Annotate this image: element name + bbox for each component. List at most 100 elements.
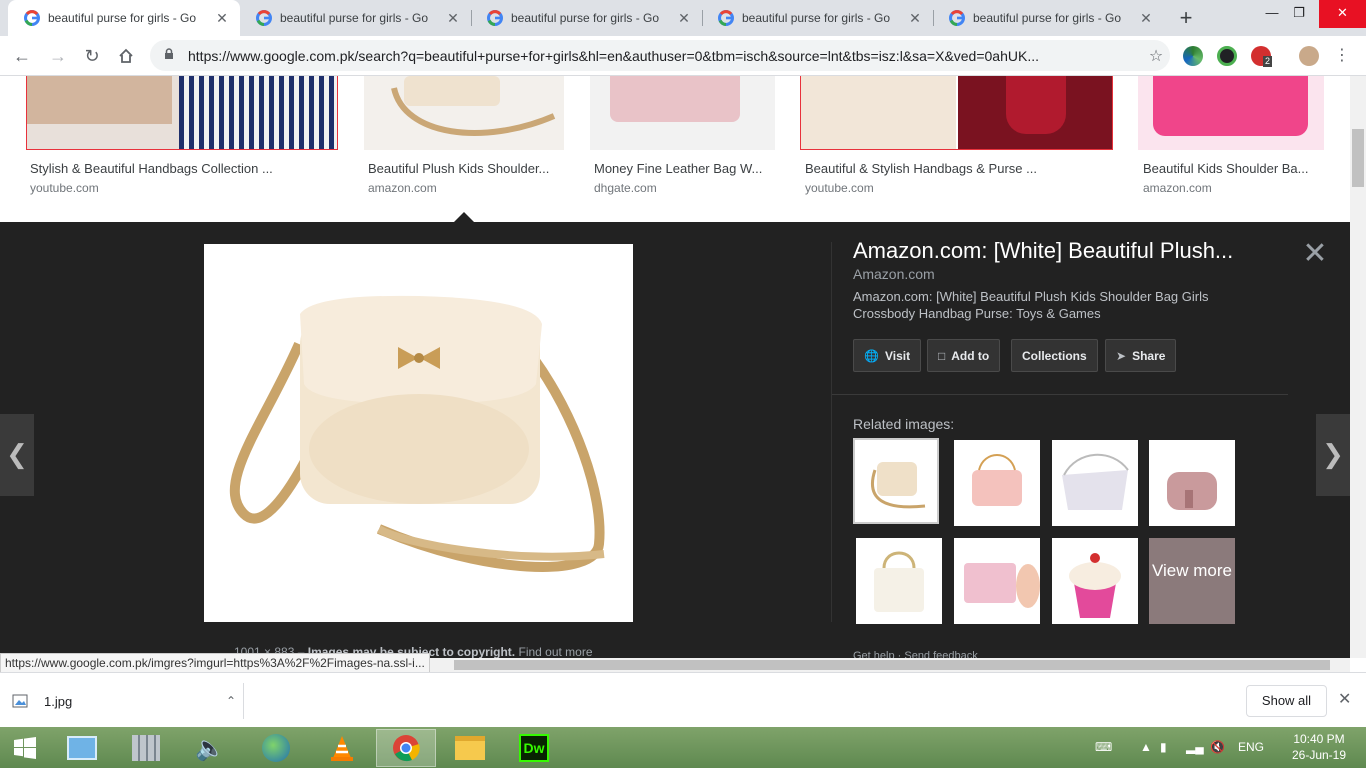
taskbar-dreamweaver-app[interactable]: Dw [504, 729, 564, 767]
image-file-icon [12, 694, 28, 708]
back-button[interactable]: ← [8, 42, 36, 70]
close-icon[interactable]: ✕ [676, 10, 692, 27]
related-image[interactable] [1052, 538, 1138, 624]
signal-icon[interactable]: ▂▄ [1186, 727, 1204, 768]
result-title[interactable]: Stylish & Beautiful Handbags Collection … [30, 161, 273, 176]
taskbar-chrome-app[interactable] [376, 729, 436, 767]
result-title[interactable]: Money Fine Leather Bag W... [594, 161, 762, 176]
panel-footer-links[interactable]: Get help · Send feedback [853, 650, 978, 658]
speaker-icon: 🔈 [195, 734, 225, 762]
result-thumbnail[interactable] [800, 76, 1113, 150]
related-image[interactable] [856, 538, 942, 624]
result-thumbnail[interactable] [1138, 76, 1324, 150]
chevron-up-icon[interactable]: ⌃ [219, 694, 243, 708]
close-icon[interactable]: ✕ [445, 10, 461, 27]
plush-bag-thumb [391, 76, 556, 136]
related-image[interactable] [852, 437, 940, 525]
result-title[interactable]: Beautiful & Stylish Handbags & Purse ... [805, 161, 1037, 176]
mute-speaker-icon[interactable]: 🔇 [1210, 727, 1225, 768]
adblock-icon[interactable]: 2 [1251, 46, 1273, 67]
next-image-button[interactable]: ❯ [1316, 414, 1350, 496]
bookmark-icon: □ [938, 348, 946, 363]
image-results-row: Stylish & Beautiful Handbags Collection … [0, 76, 1350, 222]
visit-button[interactable]: 🌐 Visit [853, 339, 922, 372]
tab-5[interactable]: beautiful purse for girls - Go ✕ [933, 0, 1164, 36]
vertical-scrollbar[interactable] [1350, 76, 1366, 658]
window-close-button[interactable]: ✕ [1319, 0, 1366, 28]
related-image[interactable] [954, 538, 1040, 624]
reload-button[interactable]: ↻ [78, 42, 106, 70]
start-button[interactable] [0, 729, 50, 767]
result-thumbnail[interactable] [590, 76, 775, 150]
device-icon[interactable]: ▮ [1160, 727, 1167, 768]
taskbar-network-app[interactable] [246, 729, 306, 767]
result-title[interactable]: Beautiful Kids Shoulder Ba... [1143, 161, 1309, 176]
tab-4[interactable]: beautiful purse for girls - Go ✕ [702, 0, 933, 36]
google-icon [24, 10, 40, 26]
plush-bag-image [229, 295, 605, 572]
taskbar-remote-app[interactable] [52, 729, 112, 767]
keyboard-icon[interactable]: ⌨ [1095, 727, 1112, 768]
selection-caret [454, 212, 474, 222]
related-image[interactable] [1149, 440, 1235, 526]
preview-title[interactable]: Amazon.com: [White] Beautiful Plush... [853, 238, 1273, 264]
result-source: amazon.com [368, 181, 437, 195]
close-icon[interactable]: ✕ [907, 10, 923, 27]
panel-divider [831, 242, 832, 622]
taskbar-vlc-app[interactable] [312, 729, 372, 767]
menu-kebab-icon[interactable]: ⋮ [1328, 42, 1356, 70]
result-title[interactable]: Beautiful Plush Kids Shoulder... [368, 161, 549, 176]
preview-description: Amazon.com: [White] Beautiful Plush Kids… [853, 289, 1209, 321]
extension-globe-icon[interactable] [1183, 46, 1203, 66]
close-download-bar-icon[interactable]: ✕ [1338, 689, 1351, 709]
google-icon [487, 10, 503, 26]
image-preview-panel: ❮ ❯ Amazon.com: [White] Beautiful Plush.… [0, 222, 1350, 658]
google-icon [256, 10, 272, 26]
show-hidden-icons-chevron-icon[interactable]: ▲ [1140, 727, 1152, 768]
lock-icon [164, 48, 178, 63]
clock-date: 26-Jun-19 [1291, 748, 1347, 762]
result-thumbnail[interactable] [26, 76, 338, 150]
forward-button[interactable]: → [44, 42, 72, 70]
address-bar[interactable]: https://www.google.com.pk/search?q=beaut… [150, 40, 1170, 71]
tab-title: beautiful purse for girls - Go [511, 11, 660, 25]
find-out-more-link[interactable]: Find out more [518, 645, 592, 658]
scrollbar-thumb[interactable] [1352, 129, 1364, 187]
preview-domain: Amazon.com [853, 266, 935, 282]
tab-1[interactable]: beautiful purse for girls - Go ✕ [8, 0, 240, 36]
system-clock[interactable]: 10:40 PM 26-Jun-19 [1284, 731, 1354, 763]
bookmark-star-icon[interactable]: ☆ [1142, 46, 1170, 66]
previous-image-button[interactable]: ❮ [0, 414, 34, 496]
download-item[interactable]: 1.jpg ⌃ [12, 683, 244, 719]
home-button[interactable] [112, 42, 140, 70]
tab-2[interactable]: beautiful purse for girls - Go ✕ [240, 0, 471, 36]
close-icon[interactable]: ✕ [1138, 10, 1154, 27]
taskbar-calculator-app[interactable] [116, 729, 176, 767]
extension-camera-icon[interactable] [1217, 46, 1237, 66]
result-thumbnail[interactable] [364, 76, 564, 150]
share-icon: ➤ [1116, 348, 1127, 363]
result-source: youtube.com [805, 181, 874, 195]
close-icon[interactable]: ✕ [214, 10, 230, 27]
restore-button[interactable]: ❐ [1279, 0, 1319, 28]
preview-image[interactable] [204, 244, 633, 622]
show-all-button[interactable]: Show all [1246, 685, 1327, 717]
language-indicator[interactable]: ENG [1238, 727, 1264, 768]
related-image[interactable] [1052, 440, 1138, 526]
taskbar-volume-app[interactable]: 🔈 [180, 729, 240, 767]
result-source: youtube.com [30, 181, 99, 195]
result-source: dhgate.com [594, 181, 657, 195]
taskbar-explorer-app[interactable] [440, 729, 500, 767]
view-more-button[interactable]: View more [1149, 538, 1235, 624]
scrollbar-thumb[interactable] [454, 660, 1330, 670]
tab-3[interactable]: beautiful purse for girls - Go ✕ [471, 0, 702, 36]
related-image[interactable] [954, 440, 1040, 526]
collections-button[interactable]: Collections [1011, 339, 1098, 372]
url-text: https://www.google.com.pk/search?q=beaut… [188, 47, 1039, 64]
add-to-button[interactable]: □ Add to [927, 339, 1001, 372]
new-tab-button[interactable]: + [1172, 4, 1200, 32]
share-button[interactable]: ➤ Share [1105, 339, 1177, 372]
monitor-icon [67, 736, 97, 760]
profile-avatar[interactable] [1299, 46, 1319, 66]
close-preview-icon[interactable]: ✕ [1302, 239, 1328, 269]
